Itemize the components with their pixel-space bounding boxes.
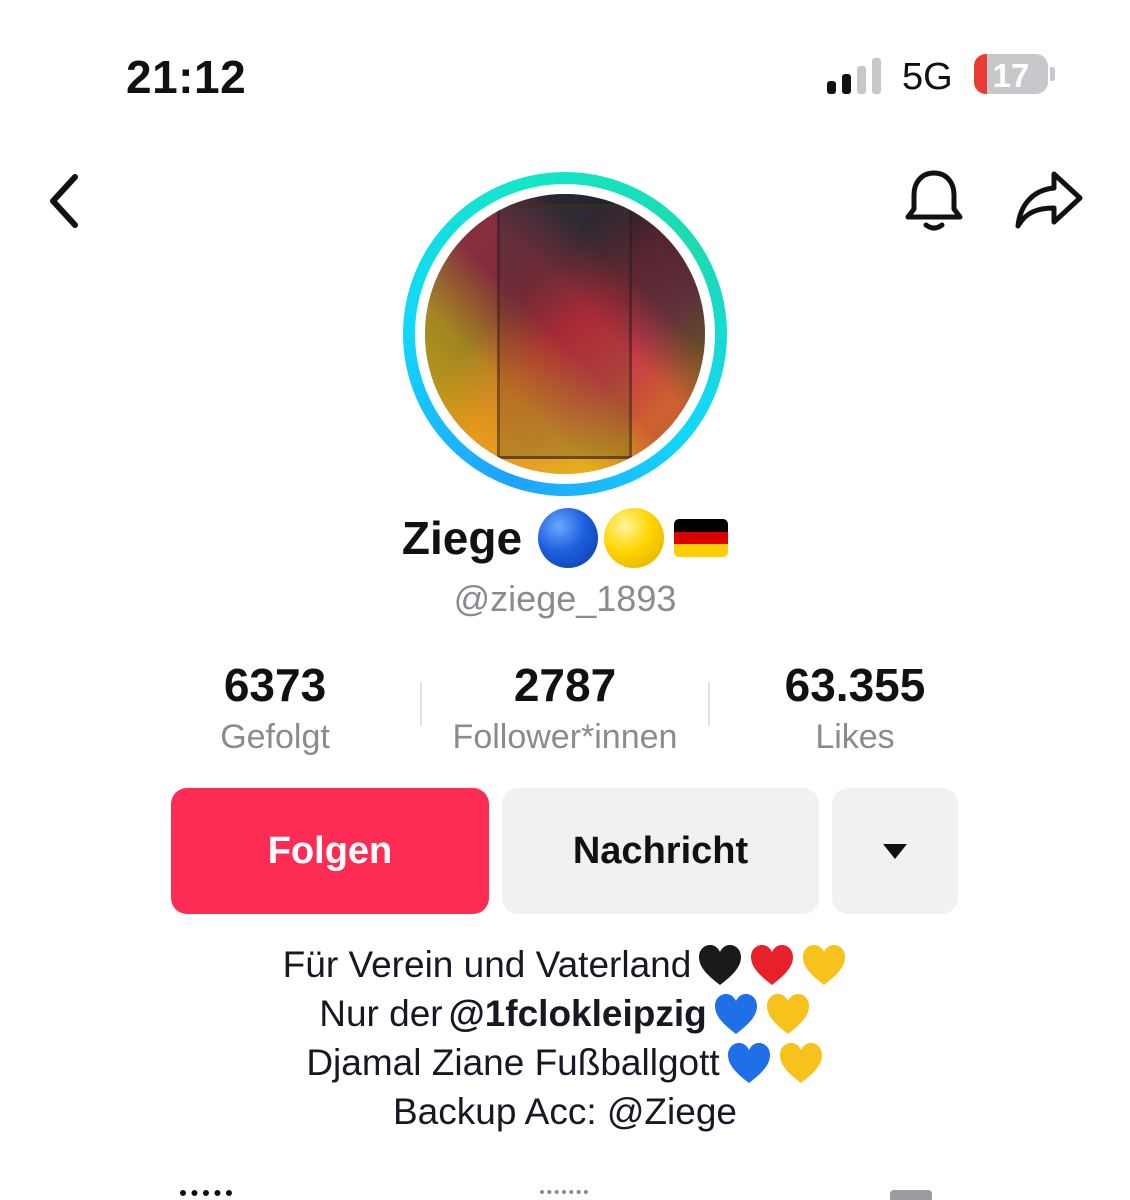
profile-stats: 6373 Gefolgt 2787 Follower*innen 63.355 … — [130, 658, 1000, 757]
battery-percent: 17 — [992, 57, 1030, 94]
bio-line: Backup Acc: @Ziege — [0, 1087, 1130, 1136]
yellow-heart-icon — [766, 993, 809, 1034]
mention-link[interactable]: @1fclokleipzig — [449, 989, 707, 1038]
chevron-left-icon — [50, 174, 78, 228]
tab-liked[interactable] — [890, 1190, 932, 1200]
stat-following-value: 6373 — [223, 659, 327, 711]
yellow-heart-icon — [803, 944, 846, 985]
yellow-heart-icon — [779, 1042, 822, 1083]
display-name-row: Ziege — [0, 508, 1130, 568]
follow-button[interactable]: Folgen — [171, 788, 489, 914]
bio-text: Backup Acc: @Ziege — [392, 1091, 737, 1132]
bio: Für Verein und Vaterland Nur der @1fclok… — [0, 940, 1130, 1136]
bio-line: Nur der @1fclokleipzig — [0, 989, 1130, 1038]
avatar — [425, 194, 705, 474]
german-flag-emoji-icon — [674, 519, 729, 557]
tab-reposts[interactable] — [540, 1190, 588, 1200]
stat-likes[interactable]: 63.355 Likes — [710, 658, 1000, 757]
bio-text: Djamal Ziane Fußballgott — [306, 1042, 720, 1083]
blue-circle-emoji-icon — [538, 508, 599, 568]
stat-following-label: Gefolgt — [220, 718, 330, 756]
avatar-story-ring[interactable] — [403, 172, 727, 496]
username: @ziege_1893 — [453, 578, 677, 619]
battery-icon: 17 — [974, 54, 1048, 94]
caret-down-icon — [883, 843, 907, 859]
profile-tabs — [0, 1190, 1130, 1200]
status-time: 21:12 — [126, 51, 247, 103]
red-heart-icon — [751, 944, 794, 985]
bio-line: Für Verein und Vaterland — [0, 940, 1130, 989]
bell-icon — [905, 170, 963, 231]
notification-bell-button[interactable] — [896, 162, 972, 238]
signal-bars-icon — [827, 56, 883, 94]
display-name: Ziege — [401, 512, 523, 564]
network-type: 5G — [902, 56, 953, 98]
stat-followers[interactable]: 2787 Follower*innen — [420, 658, 710, 757]
back-button[interactable] — [34, 166, 96, 236]
more-options-button[interactable] — [832, 788, 958, 914]
stat-divider — [420, 682, 422, 726]
bio-text: Für Verein und Vaterland — [282, 944, 692, 985]
yellow-circle-emoji-icon — [604, 508, 665, 568]
blue-heart-icon — [727, 1042, 770, 1083]
tab-videos[interactable] — [180, 1190, 232, 1200]
blue-heart-icon — [714, 993, 757, 1034]
battery-tip — [1050, 67, 1055, 81]
bio-text: Nur der — [319, 993, 443, 1034]
stat-likes-label: Likes — [815, 718, 895, 756]
stat-following[interactable]: 6373 Gefolgt — [130, 658, 420, 757]
share-arrow-icon — [1015, 171, 1083, 229]
black-heart-icon — [699, 944, 742, 985]
stat-likes-value: 63.355 — [784, 659, 926, 711]
bio-line: Djamal Ziane Fußballgott — [0, 1038, 1130, 1087]
message-button[interactable]: Nachricht — [502, 788, 819, 914]
stat-followers-label: Follower*innen — [452, 718, 678, 756]
share-button[interactable] — [1006, 162, 1090, 238]
stat-followers-value: 2787 — [513, 659, 617, 711]
